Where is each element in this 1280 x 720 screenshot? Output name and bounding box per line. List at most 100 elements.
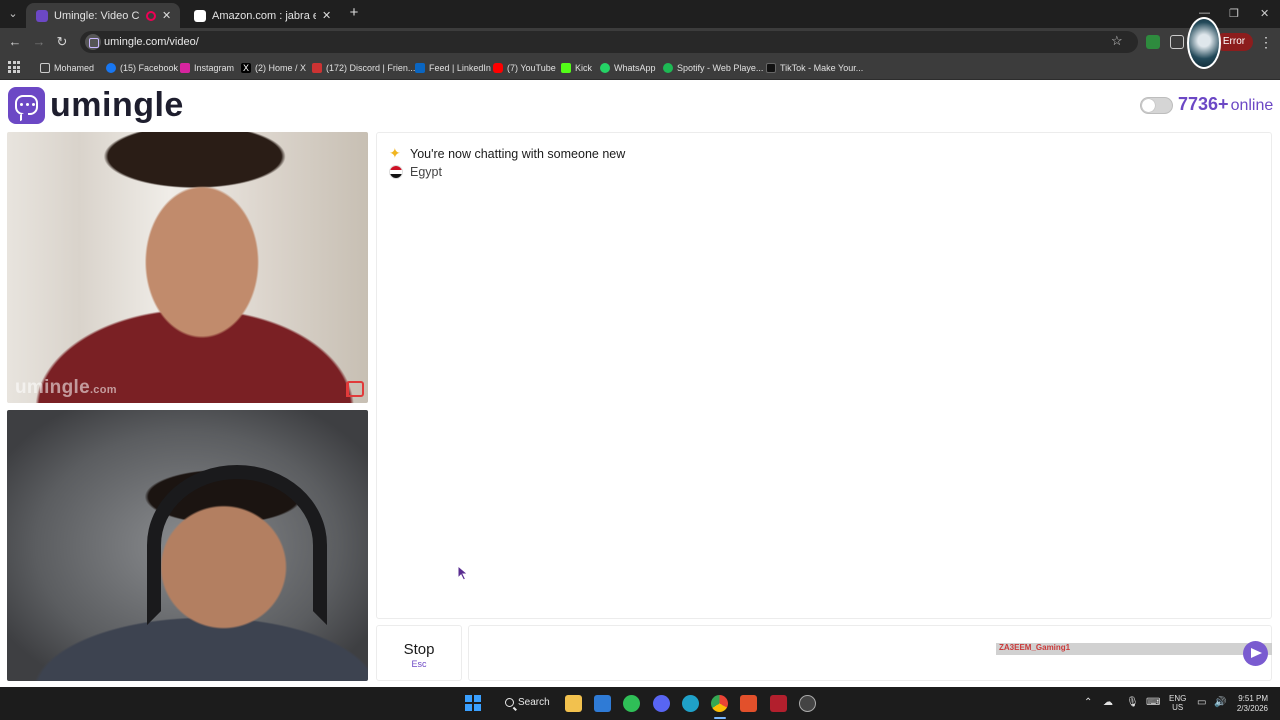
tray-overflow-icon[interactable]: ⌃	[1084, 697, 1092, 708]
facebook-icon	[106, 63, 116, 73]
network-icon[interactable]: ▭	[1197, 697, 1206, 708]
report-flag-icon[interactable]	[346, 381, 364, 397]
profile-avatar[interactable]	[1187, 17, 1221, 69]
back-icon[interactable]: ←	[7, 34, 23, 50]
send-button[interactable]	[1243, 641, 1268, 666]
bookmark-instagram[interactable]: Instagram	[180, 60, 234, 76]
microphone-icon[interactable]: 🎙	[1126, 697, 1139, 708]
stop-label: Stop	[403, 641, 435, 658]
brave-icon[interactable]	[740, 695, 757, 712]
file-explorer-icon[interactable]	[565, 695, 582, 712]
edge-icon[interactable]	[682, 695, 699, 712]
bookmark-discord[interactable]: (172) Discord | Frien...	[312, 60, 415, 76]
keyboard-icon[interactable]: ⌨	[1146, 697, 1160, 708]
chat-bubble-logo-icon	[8, 87, 45, 124]
taskbar-search[interactable]: Search	[505, 697, 550, 708]
bookmark-linkedin[interactable]: Feed | LinkedIn	[415, 60, 491, 76]
video-app-icon[interactable]	[770, 695, 787, 712]
whatsapp-taskbar-icon[interactable]	[623, 695, 640, 712]
bookmark-label: WhatsApp	[614, 63, 656, 73]
close-tab-icon[interactable]: ✕	[162, 9, 172, 22]
apps-grid-icon[interactable]	[8, 61, 20, 73]
linkedin-icon	[415, 63, 425, 73]
bookmark-whatsapp[interactable]: WhatsApp	[600, 60, 656, 76]
reload-icon[interactable]: ↻	[54, 34, 70, 50]
stranger-video: umingle.com	[7, 132, 368, 403]
recording-icon	[146, 10, 156, 21]
theme-toggle[interactable]	[1140, 97, 1173, 114]
watermark-text: umingle	[15, 377, 90, 398]
site-logo[interactable]: umingle	[8, 86, 184, 125]
extension-icon[interactable]	[1146, 35, 1160, 49]
video-watermark: umingle.com	[15, 377, 117, 399]
bookmark-label: Spotify - Web Playe...	[677, 63, 764, 73]
chat-log: You're now chatting with someone new Egy…	[376, 132, 1272, 619]
streamer-name: ZA3EEM_Gaming1	[999, 643, 1071, 652]
umingle-page: umingle 7736+online umingle.com You're n…	[0, 81, 1280, 687]
new-tab-icon[interactable]: +	[346, 5, 362, 21]
bookmark-label: (2) Home / X	[255, 63, 307, 73]
message-input[interactable]: ZA3EEM_Gaming1	[468, 625, 1272, 681]
bookmark-kick[interactable]: Kick	[561, 60, 592, 76]
sparkle-icon	[389, 145, 403, 162]
headset-shape	[147, 465, 327, 625]
clock-date: 2/3/2026	[1236, 704, 1268, 713]
bookmark-star-icon[interactable]: ☆	[1111, 33, 1123, 49]
x-icon: X	[241, 63, 251, 73]
close-tab-icon[interactable]: ✕	[322, 9, 332, 22]
tab-umingle[interactable]: Umingle: Video Chat with S ✕	[26, 3, 180, 28]
active-app-indicator	[714, 717, 726, 719]
self-video	[7, 410, 368, 681]
kick-icon	[561, 63, 571, 73]
windows-start-icon[interactable]	[465, 695, 481, 711]
bookmark-youtube[interactable]: (7) YouTube	[493, 60, 556, 76]
tiktok-icon	[766, 63, 776, 73]
bookmark-label: (15) Facebook	[120, 63, 179, 73]
site-info-icon[interactable]	[85, 34, 101, 50]
bookmark-label: TikTok - Make Your...	[780, 63, 864, 73]
stop-shortcut: Esc	[411, 659, 427, 669]
browser-menu-icon[interactable]: ⋮	[1259, 34, 1273, 51]
bookmark-label: (172) Discord | Frien...	[326, 63, 416, 73]
restore-icon[interactable]: ❐	[1229, 7, 1239, 20]
logo-text: umingle	[50, 86, 184, 124]
watermark-suffix: .com	[89, 384, 117, 396]
close-window-icon[interactable]: ✕	[1260, 7, 1269, 20]
language-indicator[interactable]: ENG US	[1169, 694, 1186, 712]
tab-strip: ⌄ Umingle: Video Chat with S ✕ Amazon.co…	[0, 0, 1280, 28]
address-bar[interactable]: umingle.com/video/	[80, 31, 1138, 53]
bookmark-label: Kick	[575, 63, 593, 73]
volume-icon[interactable]: 🔊	[1214, 697, 1226, 708]
folder-icon	[40, 63, 50, 73]
mail-icon[interactable]	[594, 695, 611, 712]
tab-title: Umingle: Video Chat with S	[54, 9, 140, 22]
umingle-favicon-icon	[36, 9, 48, 22]
chrome-icon[interactable]	[711, 695, 728, 712]
discord-taskbar-icon[interactable]	[653, 695, 670, 712]
url-text[interactable]: umingle.com/video/	[104, 36, 199, 48]
taskbar-search-label: Search	[518, 697, 550, 708]
forward-icon[interactable]: →	[31, 34, 47, 50]
stream-overlay: ZA3EEM_Gaming1	[996, 643, 1272, 655]
stop-button[interactable]: Stop Esc	[376, 625, 462, 681]
taskbar-clock[interactable]: 9:51 PM 2/3/2026	[1232, 694, 1268, 714]
bookmark-facebook[interactable]: (15) Facebook	[106, 60, 178, 76]
lang-region: US	[1172, 703, 1184, 712]
search-icon	[505, 698, 514, 707]
bookmark-mohamed[interactable]: Mohamed	[40, 60, 94, 76]
browser-toolbar: ← → ↻ umingle.com/video/ ☆	[0, 28, 1280, 56]
tab-amazon[interactable]: Amazon.com : jabra elite 65 t ✕	[184, 3, 340, 28]
chat-status-text: You're now chatting with someone new	[410, 147, 626, 161]
extensions-puzzle-icon[interactable]	[1170, 35, 1184, 49]
online-label: online	[1230, 97, 1274, 114]
steam-icon[interactable]	[799, 695, 816, 712]
tab-search-icon[interactable]: ⌄	[5, 6, 21, 22]
bookmark-x[interactable]: X (2) Home / X	[241, 60, 306, 76]
bookmark-spotify[interactable]: Spotify - Web Playe...	[663, 60, 763, 76]
bookmark-label: Mohamed	[54, 63, 95, 73]
online-count: 7736+	[1178, 94, 1229, 114]
onedrive-icon[interactable]: ☁	[1103, 697, 1113, 708]
windows-taskbar: Search ⌃ ☁ 🎙 ⌨ ENG US ▭ 🔊 9:51 PM 2/3/20…	[0, 687, 1280, 720]
discord-icon	[312, 63, 322, 73]
bookmark-tiktok[interactable]: TikTok - Make Your...	[766, 60, 863, 76]
